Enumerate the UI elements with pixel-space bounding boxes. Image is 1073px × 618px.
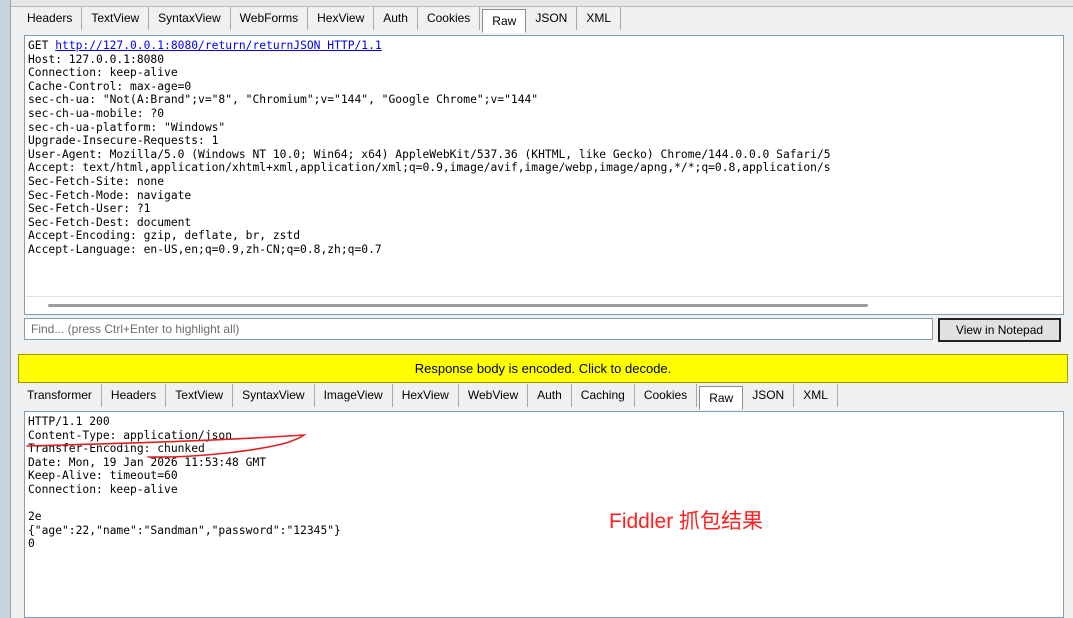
- response-line: HTTP/1.1 200: [28, 415, 110, 428]
- response-tab-webview[interactable]: WebView: [459, 384, 529, 407]
- request-header-line: Upgrade-Insecure-Requests: 1: [28, 134, 219, 148]
- response-tab-textview[interactable]: TextView: [166, 384, 234, 407]
- response-line: Connection: keep-alive: [28, 482, 178, 496]
- response-tab-syntaxview[interactable]: SyntaxView: [233, 384, 315, 407]
- top-toolbar-strip: [11, 0, 1073, 7]
- response-raw-pane[interactable]: HTTP/1.1 200 Content-Type: application/j…: [24, 411, 1064, 618]
- request-header-line: Accept-Language: en-US,en;q=0.9,zh-CN;q=…: [28, 242, 382, 256]
- response-raw-text: HTTP/1.1 200 Content-Type: application/j…: [28, 415, 341, 551]
- response-tab-xml[interactable]: XML: [794, 384, 838, 407]
- request-header-line: Connection: keep-alive: [28, 66, 178, 80]
- request-header-line: Host: 127.0.0.1:8080: [28, 52, 165, 66]
- request-tab-xml[interactable]: XML: [577, 7, 622, 30]
- request-header-line: sec-ch-ua-mobile: ?0: [28, 106, 165, 120]
- request-method: GET: [28, 39, 49, 52]
- response-line: Keep-Alive: timeout=60: [28, 469, 178, 483]
- annotation-label: Fiddler 抓包结果: [609, 510, 764, 533]
- request-header-line: Sec-Fetch-User: ?1: [28, 202, 151, 216]
- request-tab-raw[interactable]: Raw: [482, 9, 527, 33]
- response-tab-raw[interactable]: Raw: [699, 386, 744, 410]
- request-header-line: Sec-Fetch-Mode: navigate: [28, 188, 192, 202]
- view-in-notepad-button[interactable]: View in Notepad: [938, 318, 1061, 342]
- request-raw-pane[interactable]: GET http://127.0.0.1:8080/return/returnJ…: [24, 35, 1064, 315]
- request-header-line: Sec-Fetch-Site: none: [28, 174, 165, 188]
- request-header-line: Accept-Encoding: gzip, deflate, br, zstd: [28, 229, 301, 243]
- response-line: Content-Type: application/json: [28, 428, 233, 442]
- request-tab-auth[interactable]: Auth: [374, 7, 418, 30]
- response-line: 0: [28, 537, 35, 551]
- request-headers: Host: 127.0.0.1:8080 Connection: keep-al…: [28, 53, 831, 256]
- response-tab-headers[interactable]: Headers: [102, 384, 167, 407]
- request-protocol: HTTP/1.1: [327, 39, 382, 52]
- request-header-line: Cache-Control: max-age=0: [28, 79, 192, 93]
- request-tab-cookies[interactable]: Cookies: [418, 7, 481, 30]
- request-tab-bar: Headers TextView SyntaxView WebForms HexView…: [18, 7, 622, 33]
- response-line: Date: Mon, 19 Jan 2026 11:53:48 GMT: [28, 455, 267, 469]
- response-line: Transfer-Encoding: chunked: [28, 442, 205, 456]
- request-tab-syntaxview[interactable]: SyntaxView: [149, 7, 231, 30]
- response-tab-imageview[interactable]: ImageView: [315, 384, 393, 407]
- decode-banner[interactable]: Response body is encoded. Click to decod…: [18, 354, 1068, 383]
- request-tab-webforms[interactable]: WebForms: [231, 7, 309, 30]
- request-header-line: Accept: text/html,application/xhtml+xml,…: [28, 161, 831, 175]
- request-tab-json[interactable]: JSON: [526, 7, 578, 30]
- response-tab-auth[interactable]: Auth: [528, 384, 572, 407]
- response-line: 2e: [28, 510, 42, 524]
- find-bar: Find... (press Ctrl+Enter to highlight a…: [24, 317, 1064, 343]
- find-input[interactable]: Find... (press Ctrl+Enter to highlight a…: [24, 318, 933, 340]
- request-header-line: Sec-Fetch-Dest: document: [28, 215, 192, 229]
- request-header-line: sec-ch-ua: "Not(A:Brand";v="8", "Chromiu…: [28, 93, 539, 107]
- request-url-link[interactable]: http://127.0.0.1:8080/return/returnJSON: [55, 39, 320, 52]
- response-tab-transformer[interactable]: Transformer: [18, 384, 102, 407]
- response-tab-cookies[interactable]: Cookies: [635, 384, 698, 407]
- response-line: {"age":22,"name":"Sandman","password":"1…: [28, 523, 341, 537]
- request-header-line: User-Agent: Mozilla/5.0 (Windows NT 10.0…: [28, 147, 831, 161]
- left-splitter[interactable]: [0, 0, 11, 618]
- request-header-line: sec-ch-ua-platform: "Windows": [28, 120, 226, 134]
- scrollbar-thumb[interactable]: [48, 304, 868, 307]
- response-tab-bar: Transformer Headers TextView SyntaxView Imag…: [18, 384, 838, 410]
- response-tab-hexview[interactable]: HexView: [393, 384, 459, 407]
- request-tab-hexview[interactable]: HexView: [308, 7, 375, 30]
- request-horizontal-scrollbar[interactable]: [26, 296, 1062, 313]
- request-tab-textview[interactable]: TextView: [82, 7, 150, 30]
- response-tab-caching[interactable]: Caching: [572, 384, 635, 407]
- request-raw-text: GET http://127.0.0.1:8080/return/returnJ…: [28, 39, 831, 257]
- response-tab-json[interactable]: JSON: [743, 384, 795, 407]
- request-tab-headers[interactable]: Headers: [18, 7, 83, 30]
